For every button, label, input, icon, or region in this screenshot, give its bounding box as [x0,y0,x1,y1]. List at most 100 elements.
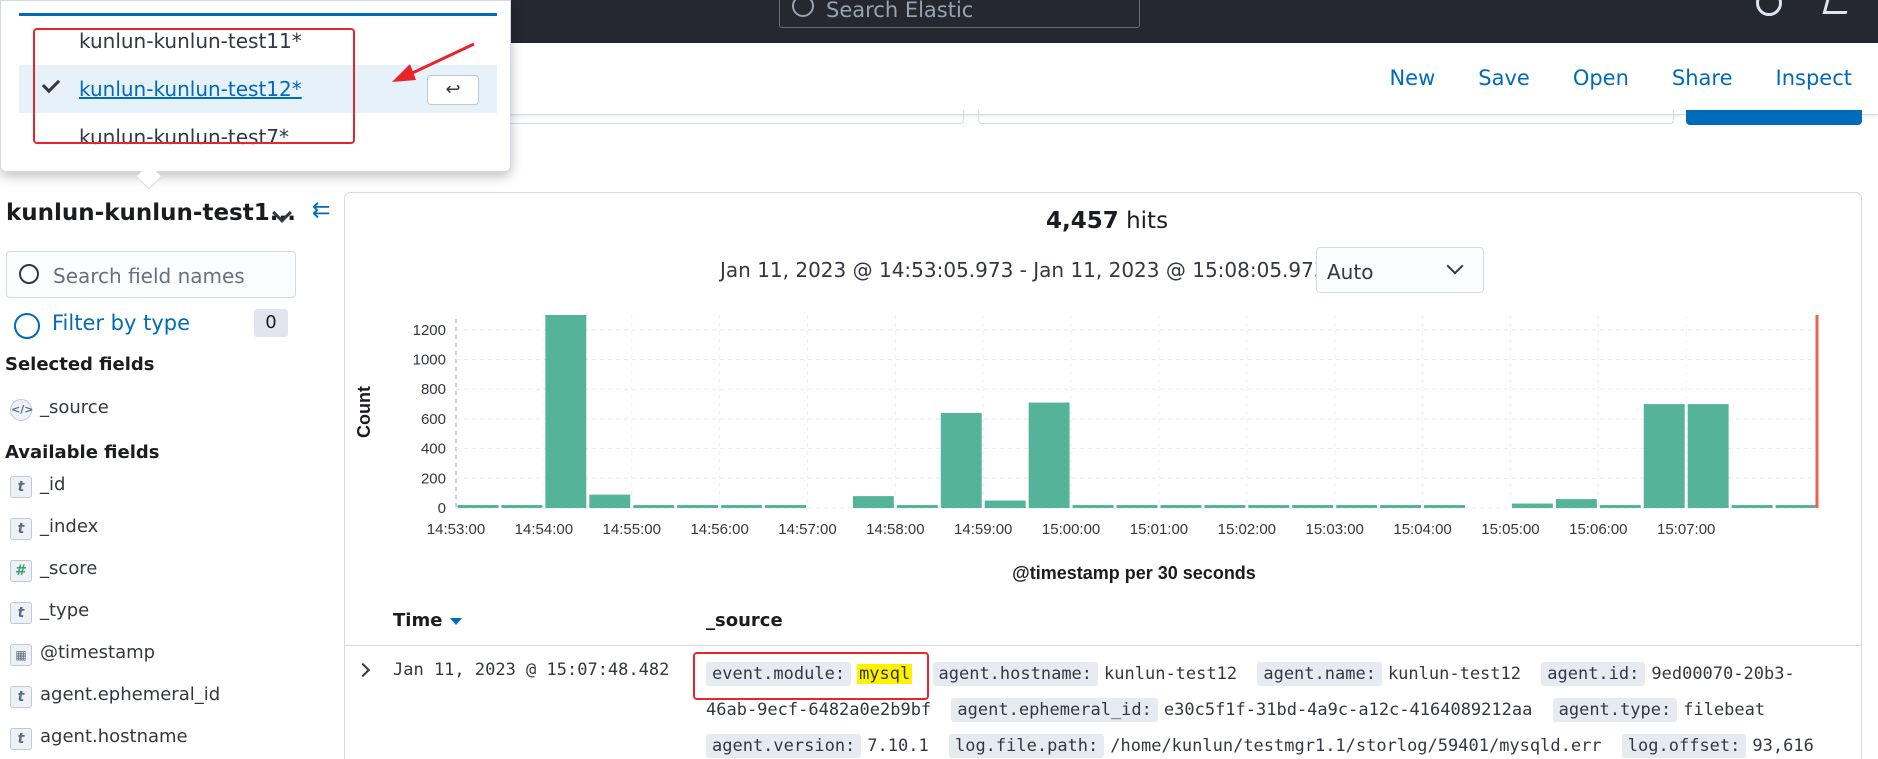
hits-counter: 4,457 hits [1046,208,1168,234]
time-picker-edge[interactable] [978,110,1674,124]
source-line-3: agent.version: 7.10.1 log.file.path:/home… [706,734,1824,758]
date-range-label: Jan 11, 2023 @ 14:53:05.973 - Jan 11, 20… [720,258,1327,282]
available-fields-heading: Available fields [5,442,160,463]
string-type-icon: t [10,728,32,750]
global-search-input[interactable]: Search Elastic [779,0,1140,28]
chart-bar [1731,505,1773,508]
source-key: agent.version: [706,734,862,758]
filter-by-type-button[interactable]: Filter by type [14,311,191,339]
hits-label: hits [1126,208,1169,234]
chart-y-tick-label: 1000 [413,352,446,369]
chart-bar [633,505,675,508]
filter-by-type-label: Filter by type [52,311,191,335]
chart-bar [1204,505,1246,508]
chart-bar [677,505,719,508]
selected-fields-heading: Selected fields [5,354,155,375]
field-search-input[interactable]: Search field names [6,251,296,298]
sort-down-icon[interactable] [450,617,463,625]
chart-bar [940,412,982,508]
chart-x-label: @timestamp per 30 seconds [1012,563,1256,583]
chart-y-label: Count [354,386,374,438]
menu-open-link[interactable]: Open [1573,66,1629,90]
chart-grid [455,315,1818,509]
chart-y-ticks: 0 200 400 600 800 1000 1200 [413,322,446,517]
menu-inspect-link[interactable]: Inspect [1776,66,1852,90]
filter-count-badge: 0 [254,309,288,337]
chart-x-tick-label: 14:54:00 [515,521,573,538]
chart-y-tick-label: 0 [438,500,446,517]
chart-x-tick-label: 15:00:00 [1042,521,1100,538]
chart-x-tick-label: 15:05:00 [1481,521,1539,538]
source-key: agent.type: [1552,698,1678,722]
chart-x-tick-label: 14:59:00 [954,521,1012,538]
chart-bar [1555,499,1597,508]
source-value: e30c5f1f-31bd-4a9c-a12c-4164089212aa [1163,700,1533,720]
chart-bar [1380,505,1422,508]
chart-bar [1072,505,1114,508]
histogram-chart[interactable]: 020040060080010001200 14:53:00 14:54:00 14… [344,300,1862,590]
chart-bar [1116,505,1158,508]
doc-table-header [344,600,1862,646]
interval-select[interactable]: Auto [1316,247,1484,293]
source-line-2: 46ab-9ecf-6482a0e2b9bf agent.ephemeral_i… [706,698,1775,722]
collapse-sidebar-icon[interactable]: ⇇ [312,198,330,223]
hits-count: 4,457 [1046,208,1119,234]
index-pattern-search-input[interactable] [19,0,497,16]
chart-bar [1248,505,1290,508]
chart-bar [1160,505,1202,508]
refresh-button[interactable] [1686,110,1862,125]
chart-x-tick-label: 15:01:00 [1130,521,1188,538]
chart-x-tick-label: 14:53:00 [427,521,485,538]
annotation-red-box [33,28,355,144]
string-type-icon: t [10,518,32,540]
chart-x-tick-label: 14:55:00 [603,521,661,538]
source-value: filebeat [1683,700,1766,720]
number-type-icon: # [10,560,32,582]
chart-y-tick-label: 1200 [413,322,446,339]
chart-x-tick-label: 15:06:00 [1569,521,1627,538]
chart-bar [1599,505,1641,508]
help-icon[interactable] [1756,0,1782,16]
chart-x-ticks: 14:53:00 14:54:00 14:55:00 14:56:00 14:57:00… [427,521,1716,538]
app-menu-links: New Save Open Share Inspect [1346,66,1852,90]
chart-x-tick-label: 15:07:00 [1657,521,1715,538]
chart-x-tick-label: 14:58:00 [866,521,924,538]
source-value: /home/kunlun/testmgr1.1/storlog/59401/my… [1110,736,1602,756]
field-name: _type [40,600,90,621]
menu-new-link[interactable]: New [1389,66,1435,90]
column-header-time[interactable]: Time [393,610,463,631]
index-pattern-title[interactable]: kunlun-kunlun-test1... [6,200,296,226]
chart-x-tick-label: 15:03:00 [1306,521,1364,538]
field-name: agent.ephemeral_id [40,684,221,705]
source-key: log.file.path: [948,734,1105,758]
menu-save-link[interactable]: Save [1478,66,1530,90]
chart-bar [721,505,763,508]
string-type-icon: t [10,686,32,708]
chart-bar [589,494,631,508]
chevron-down-icon [1446,257,1464,275]
field-name: agent.hostname [40,726,188,747]
chart-bar [984,500,1026,508]
menu-share-link[interactable]: Share [1672,66,1733,90]
chart-bar [545,315,587,508]
source-key: agent.hostname: [932,662,1099,686]
field-name: _source [40,397,109,418]
source-code-icon: </> [10,399,33,421]
chart-y-tick-label: 400 [421,441,446,458]
source-key: agent.ephemeral_id: [951,698,1158,722]
source-value: 9ed00070-20b3- [1651,664,1795,684]
chart-bar [1028,402,1070,508]
chart-bars [457,315,1817,508]
global-search-placeholder: Search Elastic [826,0,974,22]
annotation-red-box [693,652,929,700]
chart-y-tick-label: 800 [421,381,446,398]
chart-bar [852,496,894,508]
filter-icon [14,313,40,339]
chart-x-tick-label: 15:02:00 [1218,521,1276,538]
column-header-source: _source [706,610,783,631]
query-input-edge[interactable] [500,110,964,124]
chart-bar [765,505,806,508]
chart-x-tick-label: 15:04:00 [1393,521,1451,538]
newsfeed-icon[interactable] [1822,0,1854,14]
chart-bar [896,505,938,508]
